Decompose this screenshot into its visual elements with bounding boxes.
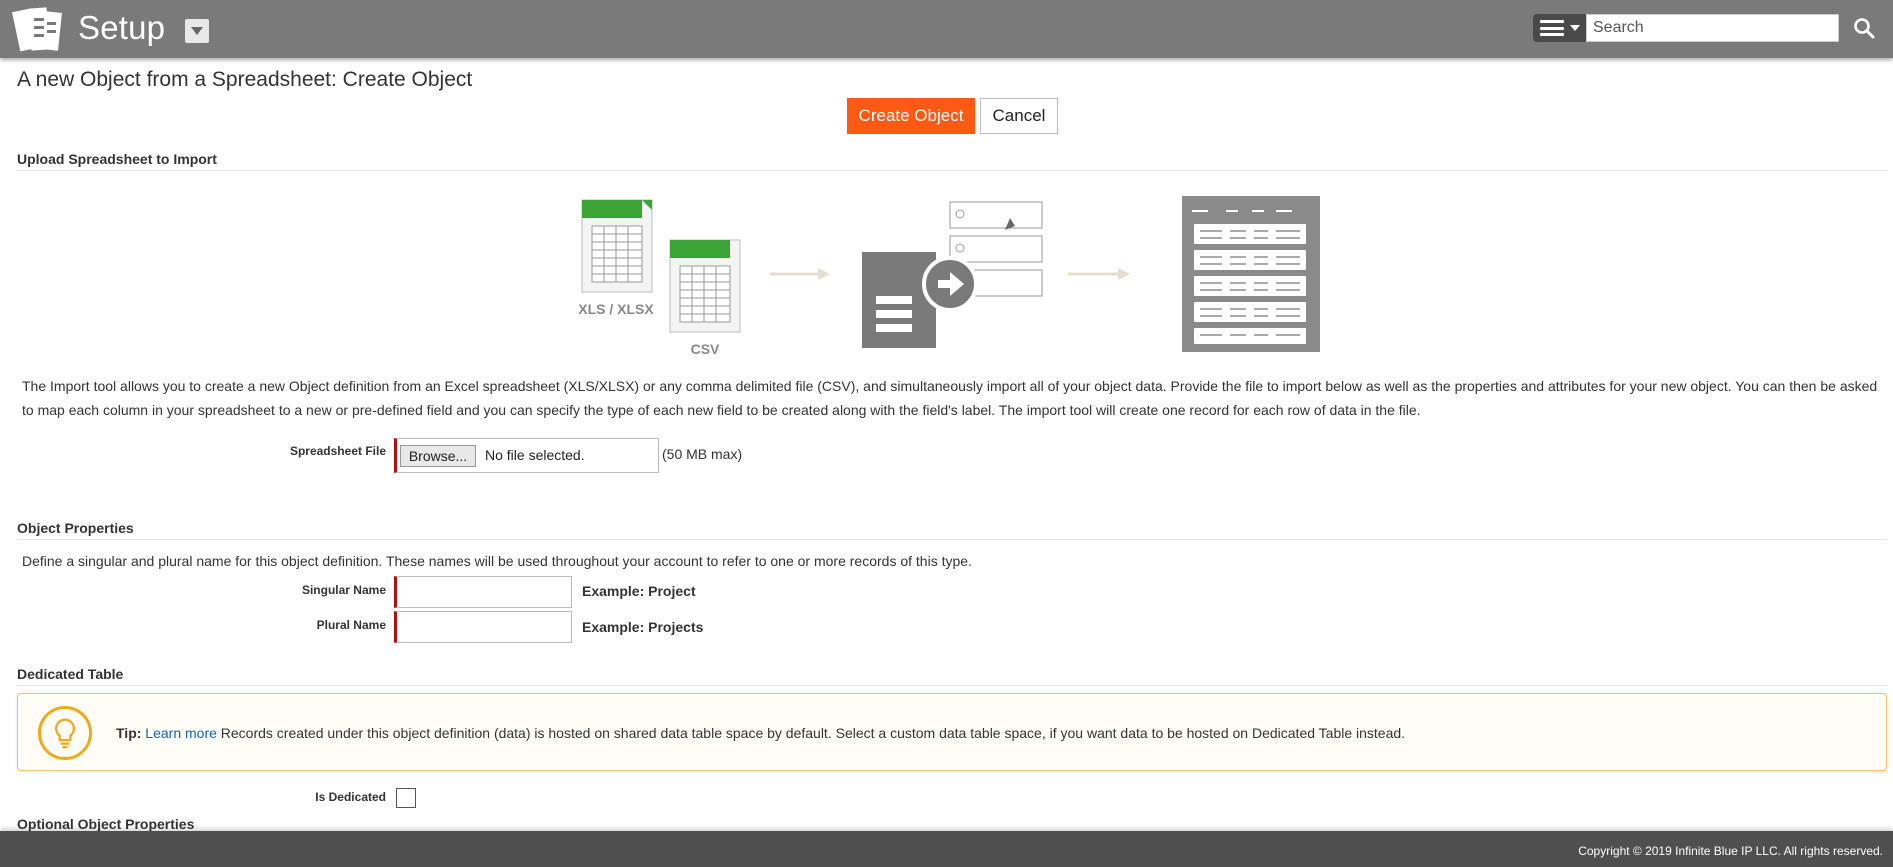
footer-bar: Copyright © 2019 Infinite Blue IP LLC. A… [0,831,1893,867]
no-file-text: No file selected. [485,447,585,463]
plural-name-label: Plural Name [316,618,386,632]
search-icon[interactable] [1852,16,1876,40]
app-menu-dropdown-icon[interactable] [185,19,209,43]
singular-example: Example: Project [582,583,696,599]
import-process-illustration: XLS / XLSX CSV [578,196,1320,357]
lightbulb-icon [38,706,92,760]
csv-spreadsheet-icon [669,239,741,333]
object-properties-description: Define a singular and plural name for th… [22,553,972,569]
plural-name-input[interactable] [394,611,572,643]
main-menu-button[interactable] [1533,14,1586,42]
object-properties-section-title: Object Properties [17,520,134,536]
object-table-icon [1182,196,1320,352]
spreadsheet-file-input[interactable]: Browse... No file selected. [394,438,659,473]
cancel-button[interactable]: Cancel [980,98,1058,134]
page-title: A new Object from a Spreadsheet: Create … [17,68,473,91]
section-divider [17,539,1887,540]
tip-text: Tip: Learn more Records created under th… [116,725,1405,741]
plural-example: Example: Projects [582,619,704,635]
section-divider [17,685,1887,686]
tip-body: Records created under this object defini… [216,725,1406,741]
caret-down-icon [1570,25,1580,31]
import-server-icon [862,201,1043,348]
file-size-hint: (50 MB max) [662,446,743,462]
is-dedicated-label: Is Dedicated [315,790,386,804]
hamburger-icon [1540,20,1564,36]
upload-description: The Import tool allows you to create a n… [22,378,1878,418]
optional-properties-section-title: Optional Object Properties [17,816,195,832]
spreadsheet-file-label: Spreadsheet File [289,444,386,458]
tip-callout: Tip: Learn more Records created under th… [17,693,1887,771]
app-logo-icon[interactable] [12,4,70,56]
xls-label: XLS / XLSX [578,301,654,317]
app-title: Setup [78,9,166,46]
singular-name-label: Singular Name [301,583,386,597]
arrow-right-icon [770,268,830,280]
xls-spreadsheet-icon [581,199,653,293]
learn-more-link[interactable]: Learn more [145,725,217,741]
arrow-right-icon [1068,268,1130,280]
search-input[interactable] [1586,14,1839,42]
section-divider [17,170,1887,171]
browse-button[interactable]: Browse... [400,445,476,467]
dedicated-table-section-title: Dedicated Table [17,666,124,682]
upload-section-title: Upload Spreadsheet to Import [17,151,217,167]
csv-label: CSV [691,341,720,357]
singular-name-input[interactable] [394,576,572,608]
tip-prefix: Tip: [116,725,142,741]
create-object-button[interactable]: Create Object [847,98,975,134]
copyright-text: Copyright © 2019 Infinite Blue IP LLC. A… [1578,844,1883,858]
is-dedicated-checkbox[interactable] [396,788,416,808]
top-header-bar: Setup [0,0,1893,58]
